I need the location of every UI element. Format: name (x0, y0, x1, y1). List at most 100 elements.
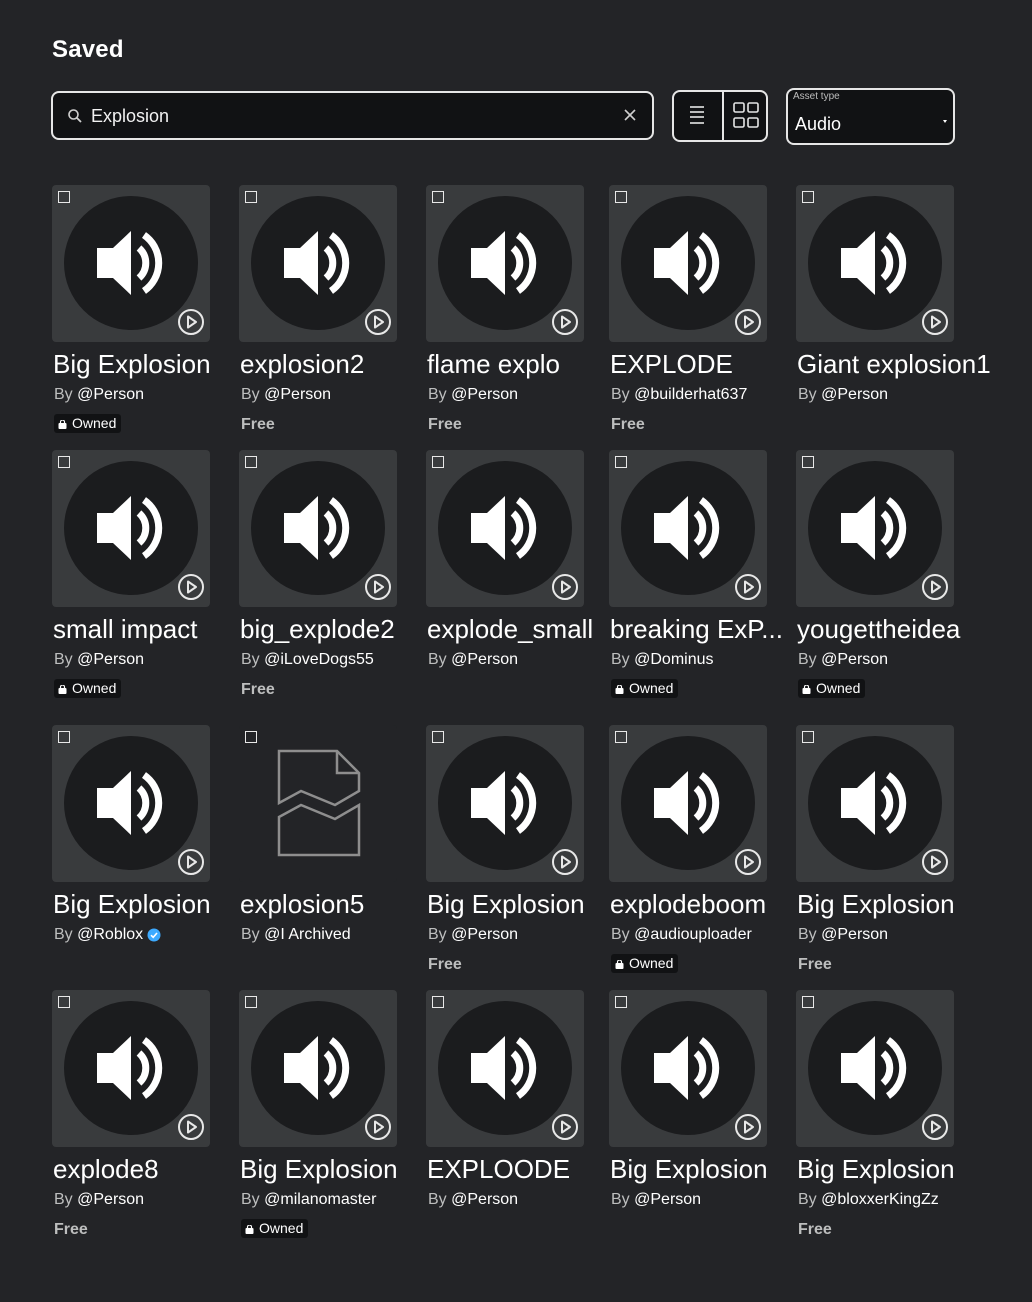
asset-card[interactable]: big_explode2 By @iLoveDogs55 Free (239, 450, 439, 710)
creator-link[interactable]: @builderhat637 (634, 386, 747, 403)
asset-name[interactable]: Big Explosion (53, 349, 211, 380)
asset-thumbnail[interactable] (52, 990, 210, 1147)
play-icon[interactable] (551, 1113, 579, 1141)
creator-link[interactable]: @audiouploader (634, 926, 752, 943)
asset-card[interactable]: explosion2 By @Person Free (239, 185, 439, 445)
creator-link[interactable]: @Person (821, 926, 888, 943)
asset-name[interactable]: EXPLODE (610, 349, 733, 380)
asset-name[interactable]: yougettheidea (797, 614, 960, 645)
select-checkbox[interactable] (58, 456, 70, 468)
asset-thumbnail[interactable] (609, 990, 767, 1147)
select-checkbox[interactable] (245, 456, 257, 468)
asset-name[interactable]: explode_small (427, 614, 593, 645)
asset-thumbnail[interactable] (52, 450, 210, 607)
select-checkbox[interactable] (245, 731, 257, 743)
asset-thumbnail[interactable] (52, 725, 210, 882)
play-icon[interactable] (364, 1113, 392, 1141)
select-checkbox[interactable] (615, 191, 627, 203)
creator-link[interactable]: @Person (634, 1191, 701, 1208)
select-checkbox[interactable] (802, 191, 814, 203)
asset-name[interactable]: explosion5 (240, 889, 364, 920)
asset-name[interactable]: small impact (53, 614, 197, 645)
asset-thumbnail[interactable] (426, 725, 584, 882)
asset-name[interactable]: explodeboom (610, 889, 766, 920)
asset-thumbnail[interactable] (796, 990, 954, 1147)
asset-card[interactable]: Big Explosion By @Person Free (426, 725, 626, 985)
select-checkbox[interactable] (58, 731, 70, 743)
creator-link[interactable]: @bloxxerKingZz (821, 1191, 939, 1208)
close-icon[interactable] (622, 107, 638, 123)
search-box[interactable]: Explosion (51, 91, 654, 140)
play-icon[interactable] (364, 308, 392, 336)
asset-card[interactable]: EXPLOODE By @Person (426, 990, 626, 1250)
search-input[interactable]: Explosion (91, 106, 169, 127)
creator-link[interactable]: @Person (264, 386, 331, 403)
grid-view-button[interactable] (722, 92, 768, 140)
asset-card[interactable]: small impact By @Person Owned (52, 450, 252, 710)
select-checkbox[interactable] (245, 996, 257, 1008)
play-icon[interactable] (551, 573, 579, 601)
play-icon[interactable] (921, 573, 949, 601)
creator-link[interactable]: @Person (451, 651, 518, 668)
asset-thumbnail[interactable] (609, 725, 767, 882)
creator-link[interactable]: @iLoveDogs55 (264, 651, 374, 668)
asset-name[interactable]: Big Explosion (240, 1154, 398, 1185)
select-checkbox[interactable] (802, 996, 814, 1008)
asset-name[interactable]: Big Explosion (427, 889, 585, 920)
play-icon[interactable] (177, 308, 205, 336)
asset-thumbnail[interactable] (239, 185, 397, 342)
asset-card[interactable]: Big Explosion By @bloxxerKingZz Free (796, 990, 996, 1250)
select-checkbox[interactable] (802, 456, 814, 468)
asset-name[interactable]: Big Explosion (53, 889, 211, 920)
creator-link[interactable]: @Person (451, 1191, 518, 1208)
creator-link[interactable]: @Dominus (634, 651, 713, 668)
creator-link[interactable]: @Person (821, 651, 888, 668)
asset-thumbnail[interactable] (796, 185, 954, 342)
list-view-button[interactable] (674, 92, 720, 140)
creator-link[interactable]: @milanomaster (264, 1191, 376, 1208)
creator-link[interactable]: @I Archived (264, 926, 351, 943)
asset-type-value[interactable]: Audio (795, 114, 841, 135)
asset-card[interactable]: explode_small By @Person (426, 450, 626, 710)
asset-card[interactable]: Giant explosion1 By @Person (796, 185, 996, 445)
creator-link[interactable]: @Person (77, 1191, 144, 1208)
asset-name[interactable]: Big Explosion (610, 1154, 768, 1185)
asset-type-dropdown[interactable]: Asset type Audio (786, 88, 955, 145)
asset-thumbnail[interactable] (796, 450, 954, 607)
asset-card[interactable]: explode8 By @Person Free (52, 990, 252, 1250)
select-checkbox[interactable] (615, 731, 627, 743)
select-checkbox[interactable] (58, 996, 70, 1008)
asset-name[interactable]: big_explode2 (240, 614, 395, 645)
asset-card[interactable]: yougettheidea By @Person Owned (796, 450, 996, 710)
play-icon[interactable] (921, 848, 949, 876)
asset-thumbnail[interactable] (52, 185, 210, 342)
select-checkbox[interactable] (615, 996, 627, 1008)
asset-card[interactable]: EXPLODE By @builderhat637 Free (609, 185, 809, 445)
select-checkbox[interactable] (802, 731, 814, 743)
creator-link[interactable]: @Person (821, 386, 888, 403)
play-icon[interactable] (551, 308, 579, 336)
select-checkbox[interactable] (432, 731, 444, 743)
play-icon[interactable] (734, 848, 762, 876)
asset-thumbnail[interactable] (426, 450, 584, 607)
asset-card[interactable]: flame explo By @Person Free (426, 185, 626, 445)
play-icon[interactable] (734, 573, 762, 601)
select-checkbox[interactable] (432, 996, 444, 1008)
select-checkbox[interactable] (58, 191, 70, 203)
asset-thumbnail[interactable] (609, 185, 767, 342)
asset-card[interactable]: breaking ExP... By @Dominus Owned (609, 450, 809, 710)
asset-thumbnail[interactable] (239, 450, 397, 607)
asset-thumbnail[interactable] (426, 990, 584, 1147)
asset-card[interactable]: Big Explosion By @Person Free (796, 725, 996, 985)
play-icon[interactable] (734, 308, 762, 336)
play-icon[interactable] (177, 1113, 205, 1141)
view-toggle[interactable] (672, 90, 768, 142)
asset-card[interactable]: Big Explosion By @milanomaster Owned (239, 990, 439, 1250)
asset-card[interactable]: Big Explosion By @Person (609, 990, 809, 1250)
asset-card[interactable]: Big Explosion By @Person Owned (52, 185, 252, 445)
asset-thumbnail[interactable] (796, 725, 954, 882)
asset-thumbnail[interactable] (239, 990, 397, 1147)
play-icon[interactable] (177, 848, 205, 876)
asset-name[interactable]: Big Explosion (797, 1154, 955, 1185)
play-icon[interactable] (921, 1113, 949, 1141)
